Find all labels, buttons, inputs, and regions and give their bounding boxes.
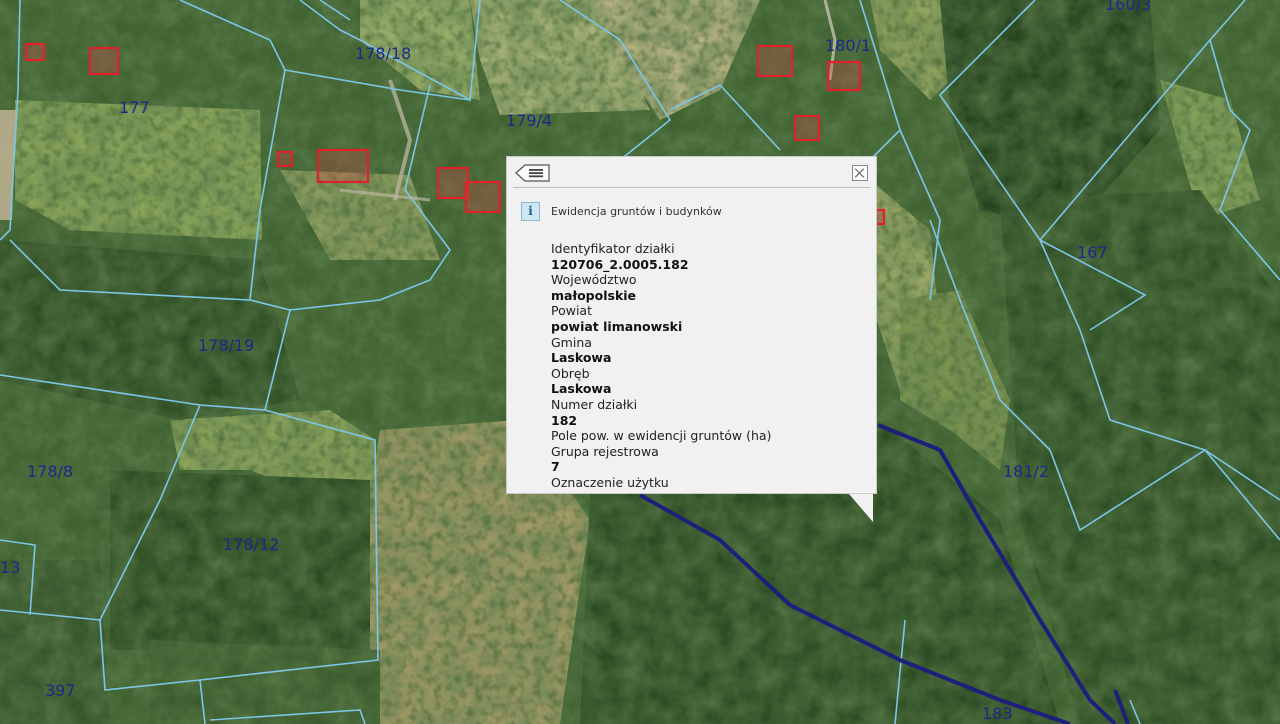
- attribute-label: Identyfikator działki: [551, 241, 675, 256]
- close-icon[interactable]: [852, 165, 868, 181]
- header-divider: [513, 187, 870, 188]
- list-back-icon[interactable]: [515, 164, 551, 182]
- attribute-value: małopolskie: [551, 287, 637, 303]
- attribute-value: Laskowa: [551, 350, 612, 366]
- attribute-value: 120706_2.0005.182: [551, 256, 689, 272]
- popup-pointer: [849, 494, 873, 522]
- attribute-label: Grupa rejestrowa: [551, 443, 659, 459]
- attribute-label: Numer działki: [551, 396, 638, 412]
- parcel-label: 183: [982, 704, 1013, 723]
- attribute-value: 182: [551, 412, 578, 428]
- attribute-label: Oznaczenie użytku: [551, 474, 669, 490]
- attribute-label: Województwo: [551, 272, 637, 288]
- parcel-label: 179/4: [506, 111, 552, 130]
- attribute-list: Identyfikator działki 120706_2.0005.182 Wo…: [551, 241, 871, 491]
- attribute-value: Laskowa: [551, 381, 612, 397]
- parcel-label: 181/2: [1003, 462, 1049, 481]
- parcel-label: 167: [1077, 243, 1108, 262]
- layer-title: Ewidencja gruntów i budynków: [551, 205, 722, 218]
- parcel-label: 178/8: [27, 462, 73, 481]
- parcel-label: 177: [119, 98, 150, 117]
- parcel-label: 397: [45, 681, 76, 700]
- info-icon: i: [521, 202, 540, 221]
- parcel-label: 160/3: [1105, 0, 1151, 14]
- parcel-label: 13: [0, 558, 20, 577]
- attribute-label: Obręb: [551, 365, 590, 381]
- attribute-label: Gmina: [551, 334, 592, 350]
- attribute-label: Pole pow. w ewidencji gruntów (ha): [551, 428, 772, 444]
- parcel-label: 178/18: [355, 44, 411, 63]
- parcel-label: 178/19: [198, 336, 254, 355]
- parcel-label: 180/1: [825, 36, 871, 55]
- popup-header: [507, 157, 876, 189]
- parcel-label: 178/12: [223, 535, 279, 554]
- feature-info-popup: i Ewidencja gruntów i budynków Identyfik…: [506, 156, 877, 494]
- attribute-value: 7: [551, 459, 560, 475]
- attribute-label: Powiat: [551, 303, 592, 319]
- attribute-value: powiat limanowski: [551, 318, 683, 334]
